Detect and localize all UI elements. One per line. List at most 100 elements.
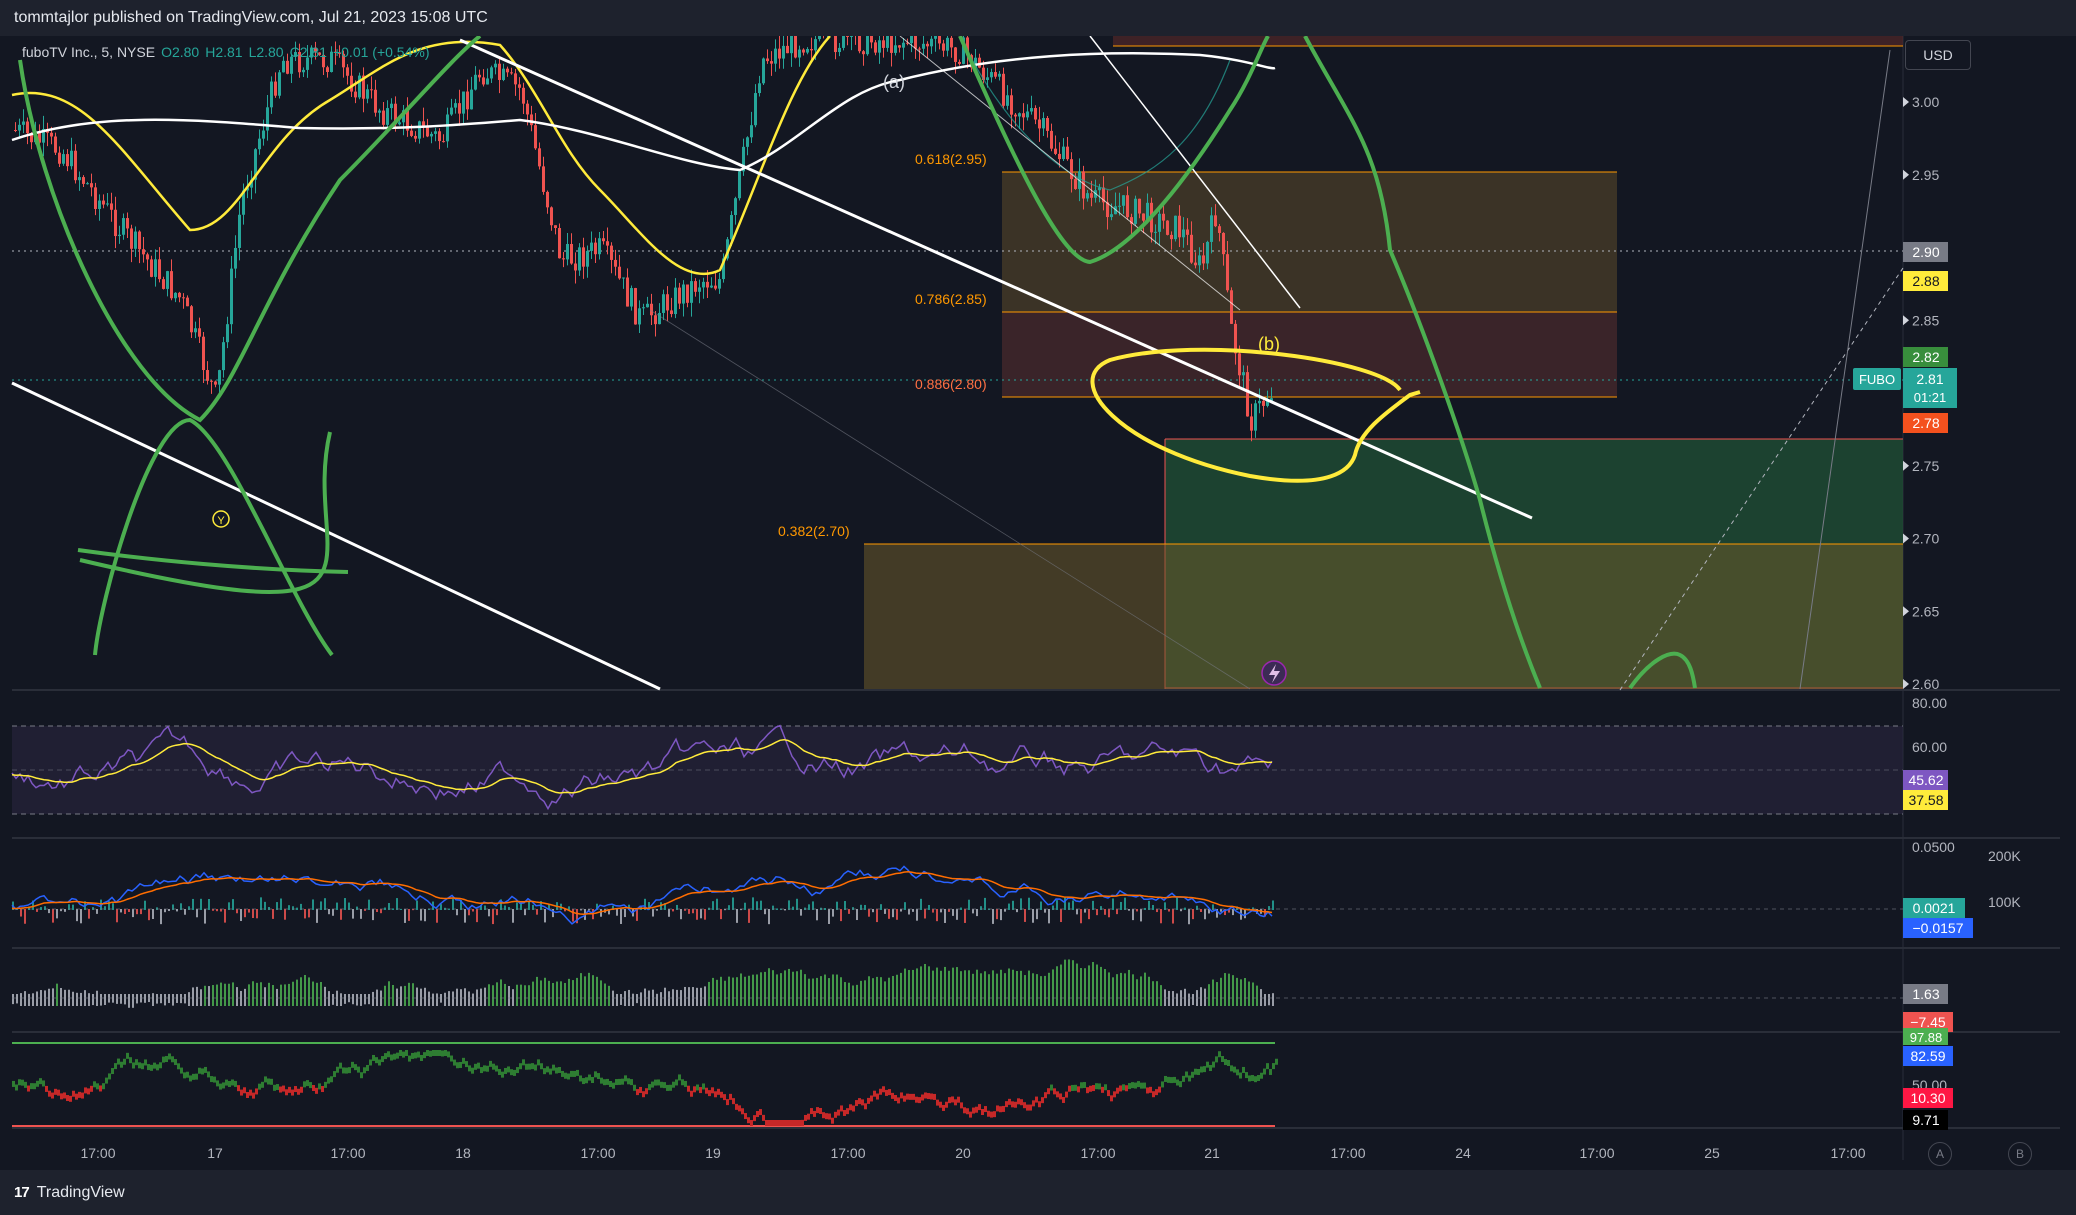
osc-bar	[416, 987, 418, 1006]
osc-bar	[920, 966, 922, 1006]
stoch-mark	[729, 1093, 732, 1100]
stoch-mark	[33, 1083, 36, 1090]
macd-bar	[1000, 909, 1002, 921]
candle-body	[18, 124, 21, 131]
candle-body	[690, 281, 693, 303]
candle-body	[1090, 193, 1093, 198]
chart-area[interactable]: 0.618(2.95) 0.786(2.85) 0.886(2.80) 0.38…	[0, 16, 2076, 1170]
stoch-mark	[651, 1081, 654, 1088]
price-tick: 2.95	[1912, 167, 1939, 183]
stoch-mark	[744, 1113, 747, 1120]
candle-body	[470, 89, 473, 110]
chart-svg[interactable]: 0.618(2.95) 0.786(2.85) 0.886(2.80) 0.38…	[0, 16, 2076, 1170]
osc-bar	[896, 974, 898, 1006]
candle-body	[1206, 241, 1209, 264]
candle-body	[1190, 234, 1193, 263]
stoch-mark	[1050, 1084, 1053, 1091]
candle-body	[730, 215, 733, 240]
candle-body	[602, 238, 605, 242]
macd-bar	[1116, 909, 1118, 915]
macd-bar	[600, 909, 602, 917]
osc-bar	[100, 994, 102, 1006]
candle-body	[778, 48, 781, 59]
osc-bar	[176, 994, 178, 1003]
macd-bar	[1200, 909, 1202, 912]
candle-body	[78, 177, 81, 181]
symbol-legend[interactable]: fuboTV Inc., 5, NYSE O2.80 H2.81 L2.80 C…	[22, 44, 429, 60]
macd-bar	[1140, 909, 1142, 922]
osc-bar	[128, 994, 130, 1008]
osc-bar	[656, 993, 658, 1006]
macd-bar	[984, 897, 986, 910]
stoch-mark	[213, 1076, 216, 1083]
osc-bar	[1112, 977, 1114, 1006]
stoch-mark	[12, 1080, 15, 1087]
stoch-mark	[345, 1067, 348, 1074]
macd-bar	[620, 909, 622, 924]
stoch-mark	[30, 1083, 33, 1090]
candle-body	[98, 200, 101, 209]
stoch-mark	[1227, 1060, 1230, 1067]
stoch-mark	[759, 1109, 762, 1116]
osc-bar	[672, 989, 674, 1006]
osc-bar	[308, 977, 310, 1006]
currency-button[interactable]: USD	[1905, 40, 1971, 70]
candle-body	[510, 72, 513, 74]
stoch-mark	[1107, 1090, 1110, 1097]
stoch-mark	[726, 1099, 729, 1106]
stoch-mark	[573, 1070, 576, 1077]
time-tick: 17:00	[330, 1145, 365, 1161]
osc-bar	[1248, 981, 1250, 1006]
osc-bar	[688, 987, 690, 1006]
osc-bar	[32, 993, 34, 1006]
price-tick-arrow	[1903, 679, 1909, 689]
stoch-mark	[462, 1057, 465, 1064]
candle-body	[526, 103, 529, 115]
osc-bar	[860, 980, 862, 1006]
osc-bar	[1172, 991, 1174, 1006]
stoch-mark	[1242, 1066, 1245, 1073]
stoch-mark	[480, 1067, 483, 1074]
candle-body	[202, 336, 205, 371]
osc-bar	[724, 980, 726, 1006]
macd-bar	[1192, 909, 1194, 920]
macd-bar	[264, 901, 266, 910]
stoch-mark	[660, 1081, 663, 1088]
time-tick: 19	[705, 1145, 721, 1161]
macd-bar	[120, 909, 122, 913]
osc-bar	[660, 992, 662, 1006]
stoch-mark	[249, 1089, 252, 1096]
candle-body	[1186, 229, 1189, 235]
auto-scale-button[interactable]: A	[1928, 1142, 1952, 1166]
candle-body	[374, 89, 377, 113]
macd-bar	[704, 909, 706, 920]
candle-body	[674, 287, 677, 315]
macd-bar	[952, 909, 954, 916]
candle-body	[14, 130, 17, 131]
stoch-mark	[450, 1055, 453, 1062]
macd-bar	[828, 909, 830, 924]
stoch-mark	[1269, 1068, 1272, 1075]
stoch-mark	[948, 1097, 951, 1104]
candle-body	[810, 48, 813, 51]
osc-bar	[868, 976, 870, 1006]
publish-header: tommtajlor published on TradingView.com,…	[0, 0, 2076, 36]
osc-bar	[56, 983, 58, 1006]
stoch-mark	[555, 1067, 558, 1074]
osc-bar	[360, 994, 362, 1006]
candle-body	[442, 141, 445, 143]
candle-body	[122, 218, 125, 235]
macd-bar	[400, 908, 402, 910]
candle-body	[818, 27, 821, 40]
osc-bar	[776, 974, 778, 1006]
osc-bar	[944, 966, 946, 1006]
time-axis[interactable]: 17:00 17 17:00 18 17:00 19 17:00 20 17:00 21 17:00…	[80, 1145, 1865, 1161]
stoch-mark	[861, 1099, 864, 1106]
candle-body	[1214, 215, 1217, 227]
osc-bar	[704, 986, 706, 1006]
scale-b-button[interactable]: B	[2008, 1142, 2032, 1166]
candle-body	[1210, 215, 1213, 242]
osc-bar	[1192, 994, 1194, 1006]
stoch-mark	[348, 1067, 351, 1074]
macd-bar	[1088, 909, 1090, 920]
